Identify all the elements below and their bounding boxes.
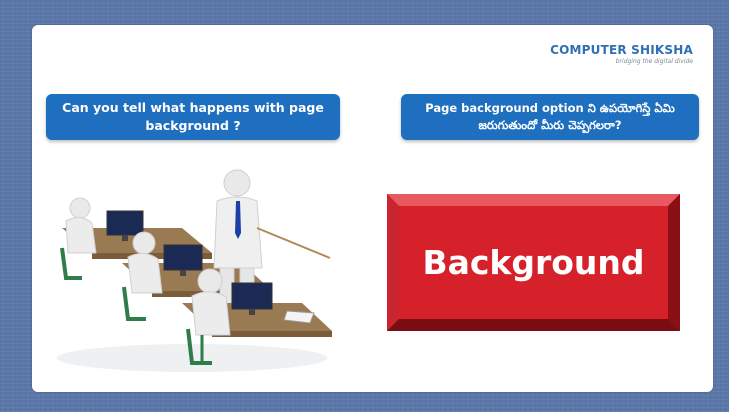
- logo-tagline: bridging the digital divide: [615, 58, 693, 65]
- question-text-english: Can you tell what happens with page back…: [62, 100, 324, 133]
- question-box-english: Can you tell what happens with page back…: [46, 94, 340, 140]
- background-button-shape: [387, 194, 680, 331]
- computer-shiksha-logo: COMPUTER SHIKSHA bridging the digital di…: [550, 39, 693, 65]
- classroom-computer-lab-icon: [57, 169, 332, 372]
- slide-panel: COMPUTER SHIKSHA bridging the digital di…: [32, 25, 713, 392]
- question-box-telugu: Page background option ని ఉపయోగిస్తే ఏమి…: [401, 94, 699, 140]
- logo-text: COMPUTER SHIKSHA: [550, 43, 693, 57]
- background-button[interactable]: Background: [387, 194, 680, 331]
- question-text-telugu: Page background option ని ఉపయోగిస్తే ఏమి…: [425, 101, 675, 132]
